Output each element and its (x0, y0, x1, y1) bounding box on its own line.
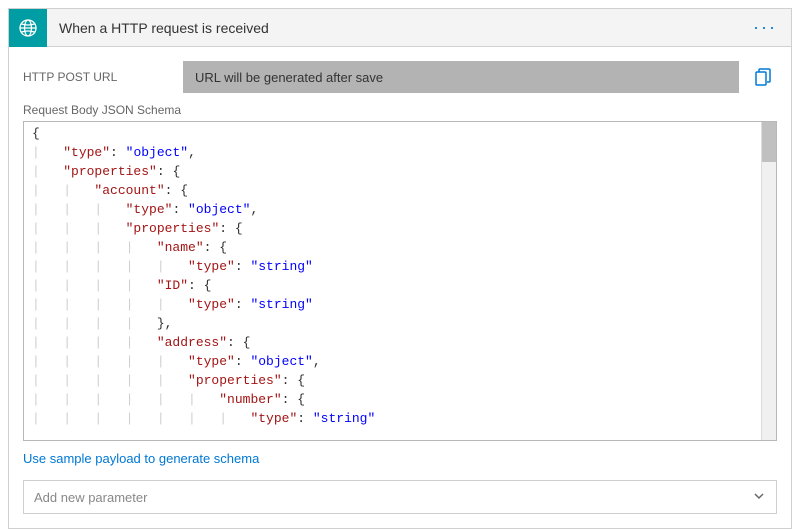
code-line: | | | | | | "number": { (32, 390, 768, 409)
schema-textarea[interactable]: {| "type": "object",| "properties": {| |… (23, 121, 777, 441)
globe-icon (9, 9, 47, 47)
post-url-label: HTTP POST URL (23, 70, 173, 84)
code-line: | | | | "address": { (32, 333, 768, 352)
add-parameter-select[interactable]: Add new parameter (23, 480, 777, 514)
card-body: HTTP POST URL URL will be generated afte… (9, 47, 791, 528)
post-url-row: HTTP POST URL URL will be generated afte… (23, 61, 777, 93)
use-sample-payload-link[interactable]: Use sample payload to generate schema (23, 451, 259, 466)
code-line: | "properties": { (32, 162, 768, 181)
code-line: | | | | | "type": "object", (32, 352, 768, 371)
code-line: | | "account": { (32, 181, 768, 200)
card-header[interactable]: When a HTTP request is received ··· (9, 9, 791, 47)
code-line: | | | | | "type": "string" (32, 257, 768, 276)
code-line: | | | | | "properties": { (32, 371, 768, 390)
copy-url-button[interactable] (749, 63, 777, 91)
code-line: | | | | "name": { (32, 238, 768, 257)
post-url-value: URL will be generated after save (183, 61, 739, 93)
code-line: | | | | }, (32, 314, 768, 333)
code-line: { (32, 124, 768, 143)
card-title: When a HTTP request is received (47, 20, 739, 36)
http-request-trigger-card: When a HTTP request is received ··· HTTP… (8, 8, 792, 529)
scrollbar[interactable] (761, 122, 776, 440)
copy-icon (755, 68, 771, 86)
schema-label: Request Body JSON Schema (23, 103, 777, 117)
code-line: | | | "type": "object", (32, 200, 768, 219)
code-line: | "type": "object", (32, 143, 768, 162)
code-line: | | | "properties": { (32, 219, 768, 238)
scrollbar-thumb[interactable] (762, 122, 776, 162)
code-line: | | | | | | | "type": "string" (32, 409, 768, 428)
card-menu-button[interactable]: ··· (739, 17, 791, 38)
code-line: | | | | "ID": { (32, 276, 768, 295)
add-parameter-placeholder: Add new parameter (34, 490, 147, 505)
chevron-down-icon (752, 489, 766, 506)
code-line: | | | | | "type": "string" (32, 295, 768, 314)
